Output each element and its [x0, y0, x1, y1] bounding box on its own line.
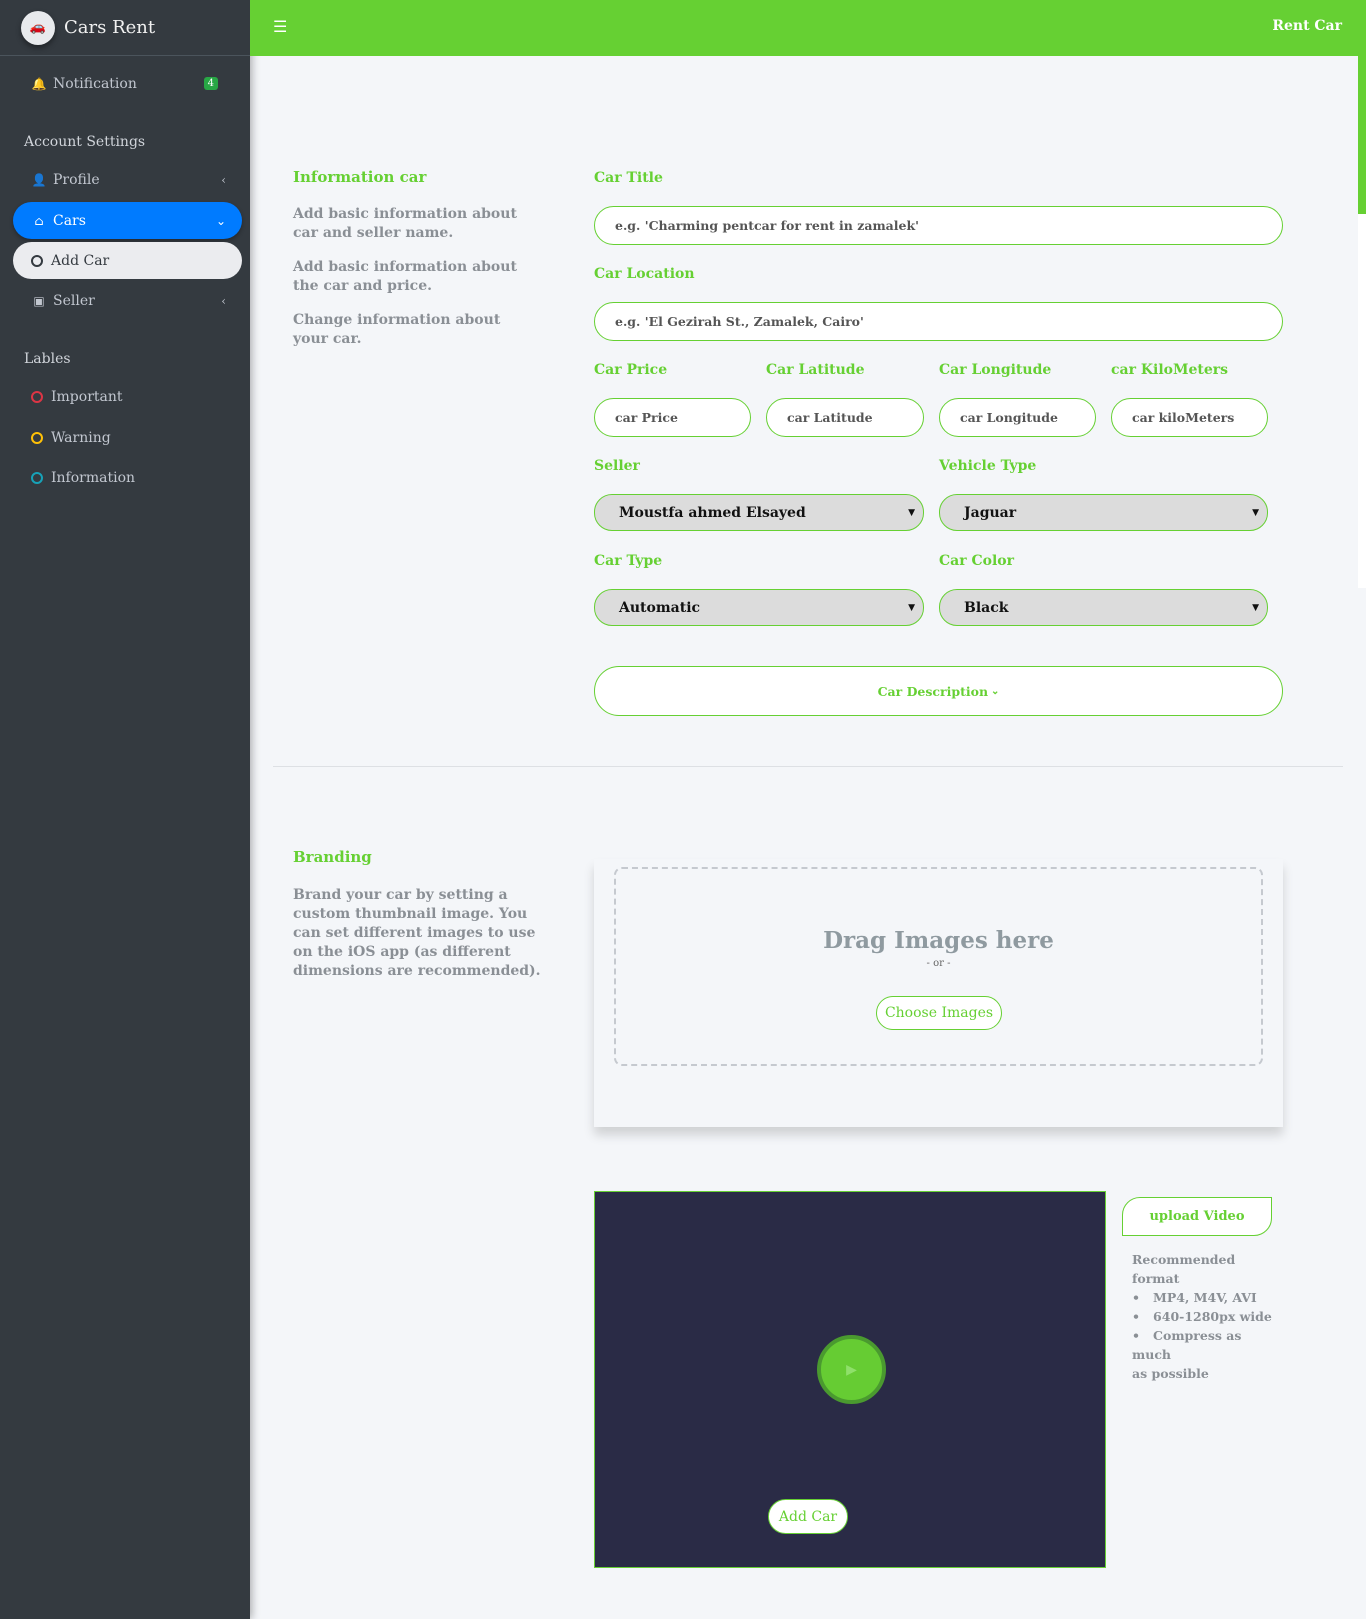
caret-down-icon: ▼ [908, 602, 915, 613]
sidebar-item-label: Information [51, 469, 136, 486]
sidebar-item-label: Add Car [51, 252, 110, 269]
caret-down-icon: ▼ [1252, 507, 1259, 518]
label: Car Type [594, 553, 663, 569]
car-type-select[interactable]: Automatic ▼ [594, 589, 924, 626]
select-value: Jaguar [964, 504, 1017, 521]
rec-tail: as possible [1132, 1366, 1209, 1381]
car-kilometers-input[interactable]: car kiloMeters [1111, 398, 1268, 437]
topbar-title[interactable]: Rent Car [1272, 18, 1342, 34]
car-longitude-input[interactable]: car Longitude [939, 398, 1096, 437]
section-title-branding: Branding [293, 848, 372, 866]
brand-name: Cars Rent [64, 17, 156, 38]
rec-text: Compress as much [1132, 1328, 1242, 1362]
caret-down-icon: ▼ [908, 507, 915, 518]
sidebar: 🚗 Cars Rent 🔔 Notification 4 Account Set… [0, 0, 250, 1619]
label: Vehicle Type [939, 458, 1037, 474]
rec-text: 640-1280px wide [1153, 1309, 1272, 1324]
sidebar-item-seller[interactable]: ▣ Seller ‹ [13, 282, 242, 319]
car-price-input[interactable]: car Price [594, 398, 751, 437]
sidebar-item-label: Important [51, 388, 123, 405]
sidebar-item-label: Warning [51, 429, 111, 446]
bell-icon: 🔔 [31, 76, 47, 91]
info-desc: Add basic information about car and sell… [293, 206, 517, 241]
dropzone[interactable]: Drag Images here - or - [614, 867, 1263, 1066]
label: car KiloMeters [1111, 362, 1229, 378]
logo-icon: 🚗 [21, 10, 55, 45]
play-icon[interactable]: ▶ [817, 1335, 886, 1404]
label: Car Title [594, 170, 663, 186]
label: Car Longitude [939, 362, 1052, 378]
chevron-left-icon: ‹ [221, 172, 226, 187]
rec-item: • 640-1280px wide [1132, 1309, 1272, 1324]
scrollbar[interactable] [1358, 0, 1366, 588]
description-label: Car Description [877, 683, 989, 699]
sidebar-item-cars[interactable]: ⌂ Cars ⌄ [13, 202, 242, 239]
label: Car Color [939, 553, 1014, 569]
sidebar-item-notification[interactable]: 🔔 Notification 4 [13, 65, 242, 102]
circle-icon [31, 431, 43, 444]
recommended-format: Recommended format • MP4, M4V, AVI • 640… [1132, 1250, 1282, 1383]
rec-text: MP4, M4V, AVI [1153, 1290, 1257, 1305]
seller-select[interactable]: Moustfa ahmed Elsayed ▼ [594, 494, 924, 531]
divider [273, 766, 1343, 767]
car-latitude-input[interactable]: car Latitude [766, 398, 924, 437]
notification-badge: 4 [203, 77, 218, 90]
sidebar-item-profile[interactable]: 👤 Profile ‹ [13, 161, 242, 198]
branding-desc: Brand your car by setting a custom thumb… [293, 887, 541, 979]
dropzone-card: Drag Images here - or - Choose Images [594, 859, 1283, 1127]
sidebar-item-label: Seller [53, 292, 95, 309]
money-icon: ▣ [33, 293, 45, 308]
sidebar-item-important[interactable]: Important [13, 378, 242, 415]
car-location-input[interactable]: e.g. 'El Gezirah St., Zamalek, Cairo' [594, 302, 1283, 341]
label: Car Price [594, 362, 668, 378]
account-settings-header: Account Settings [24, 134, 146, 150]
vehicle-type-select[interactable]: Jaguar ▼ [939, 494, 1268, 531]
or-text: - or - [926, 958, 951, 969]
label: Car Location [594, 266, 695, 282]
sidebar-item-warning[interactable]: Warning [13, 419, 242, 456]
car-title-input[interactable]: e.g. 'Charming pentcar for rent in zamal… [594, 206, 1283, 245]
rec-title: Recommended format [1132, 1252, 1236, 1286]
chevron-left-icon: ‹ [221, 293, 226, 308]
info-desc: Change information about your car. [293, 312, 501, 347]
sidebar-item-label: Profile [53, 171, 100, 188]
select-value: Moustfa ahmed Elsayed [619, 504, 806, 521]
home-icon: ⌂ [34, 213, 44, 228]
circle-icon [31, 390, 43, 403]
car-color-select[interactable]: Black ▼ [939, 589, 1268, 626]
user-icon: 👤 [31, 172, 47, 187]
upload-video-button[interactable]: upload Video [1122, 1197, 1272, 1236]
brand[interactable]: 🚗 Cars Rent [0, 0, 250, 56]
select-value: Black [964, 599, 1009, 616]
drag-images-text: Drag Images here [823, 927, 1054, 954]
section-title-info: Information car [293, 168, 427, 186]
label: Seller [594, 458, 640, 474]
choose-images-button[interactable]: Choose Images [876, 996, 1002, 1030]
rec-item: • Compress as much [1132, 1328, 1242, 1362]
circle-icon [31, 471, 43, 484]
scrollbar-thumb[interactable] [1358, 0, 1366, 214]
circle-icon [31, 254, 43, 267]
sidebar-item-label: Cars [53, 212, 86, 229]
chevron-down-icon: ⌄ [991, 685, 1000, 697]
video-preview: ▶ [594, 1191, 1106, 1568]
add-car-button[interactable]: Add Car [768, 1499, 848, 1534]
rec-item: • MP4, M4V, AVI [1132, 1290, 1257, 1305]
topbar: ☰ Rent Car [250, 0, 1358, 56]
caret-down-icon: ▼ [1252, 602, 1259, 613]
label: Car Latitude [766, 362, 865, 378]
info-desc: Add basic information about the car and … [293, 259, 517, 294]
select-value: Automatic [619, 599, 701, 616]
sidebar-item-add-car[interactable]: Add Car [13, 242, 242, 279]
sidebar-item-information[interactable]: Information [13, 459, 242, 496]
labels-header: Lables [24, 351, 71, 367]
menu-icon[interactable]: ☰ [273, 17, 287, 36]
chevron-down-icon: ⌄ [215, 213, 226, 228]
car-description-toggle[interactable]: Car Description ⌄ [594, 666, 1283, 716]
sidebar-item-label: Notification [53, 75, 137, 92]
